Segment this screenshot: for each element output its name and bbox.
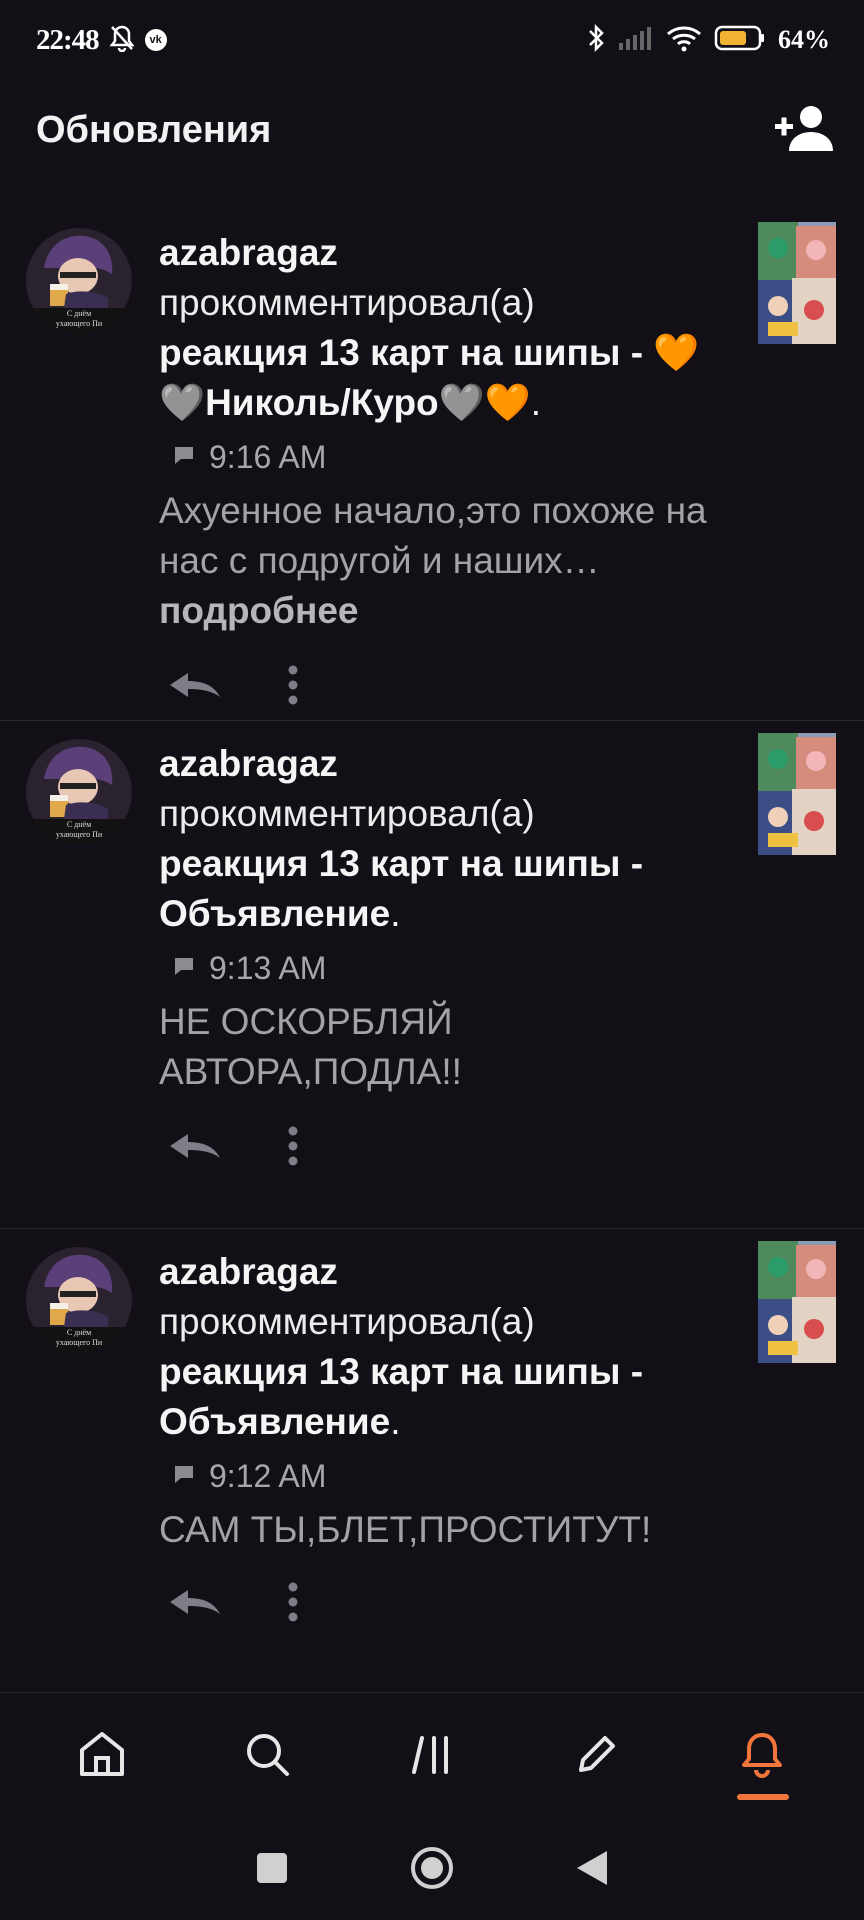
nav-home[interactable]: [57, 1712, 147, 1802]
active-tab-indicator: [736, 1793, 789, 1800]
username[interactable]: azabragaz: [159, 228, 739, 278]
avatar-caption-1: С днём: [67, 1328, 91, 1337]
comment-body: Ахуенное начало,это похоже на нас с подр…: [159, 490, 707, 581]
bell-muted-icon: [109, 24, 135, 57]
home-system-button[interactable]: [409, 1845, 455, 1896]
item-actions: [165, 1123, 323, 1173]
status-time: 22:48: [36, 23, 100, 56]
time-row: 9:12 AM: [159, 1451, 739, 1501]
pencil-icon: [573, 1730, 621, 1783]
circle-icon: [409, 1846, 455, 1895]
post-thumbnail[interactable]: [758, 733, 836, 855]
page-title: Обновления: [36, 108, 272, 151]
notification-item[interactable]: С днём ухающего Пи azabragaz прокомменти…: [0, 720, 864, 1228]
more-vertical-icon: [287, 1582, 299, 1627]
action-text: прокомментировал(а): [159, 793, 535, 834]
item-actions: [165, 1579, 323, 1629]
period: .: [390, 893, 401, 934]
reply-button[interactable]: [165, 1123, 225, 1173]
nav-search[interactable]: [222, 1712, 312, 1802]
add-user-button[interactable]: [772, 98, 836, 162]
post-title: реакция 13 карт на шипы - 🧡🩶Николь/Куро🩶…: [159, 332, 700, 423]
back-triangle-icon: [575, 1850, 609, 1891]
wifi-icon: [666, 24, 702, 57]
notification-item[interactable]: С днём ухающего Пи azabragaz прокомменти…: [0, 210, 864, 720]
avatar-caption-1: С днём: [67, 820, 91, 829]
status-right: 64%: [586, 23, 830, 58]
add-user-icon: [773, 103, 835, 158]
more-options-button[interactable]: [263, 1123, 323, 1173]
avatar[interactable]: С днём ухающего Пи: [26, 1247, 132, 1353]
bell-icon: [738, 1730, 786, 1783]
nav-library[interactable]: [387, 1712, 477, 1802]
notification-content: azabragaz прокомментировал(а) реакция 13…: [159, 739, 739, 1097]
comment-icon: [173, 445, 195, 470]
recents-button[interactable]: [255, 1851, 289, 1890]
post-title: реакция 13 карт на шипы - Объявление: [159, 1351, 644, 1442]
reply-icon: [168, 1586, 222, 1623]
nav-write[interactable]: [552, 1712, 642, 1802]
notification-feed: С днём ухающего Пи azabragaz прокомменти…: [0, 210, 864, 1688]
status-left: 22:48 vk: [36, 24, 167, 57]
comment-text: НЕ ОСКОРБЛЯЙ АВТОРА,ПОДЛА!!: [159, 1001, 462, 1092]
app-header: Обновления: [0, 90, 864, 170]
comment-text: Ахуенное начало,это похоже на нас с подр…: [159, 486, 739, 636]
timestamp: 9:13 AM: [209, 949, 327, 986]
more-options-button[interactable]: [263, 662, 323, 712]
comment-text: САМ ТЫ,БЛЕТ,ПРОСТИТУТ!: [159, 1509, 652, 1550]
post-title-link[interactable]: реакция 13 карт на шипы - Объявление.: [159, 839, 739, 939]
home-icon: [77, 1730, 127, 1783]
reply-icon: [168, 669, 222, 706]
item-actions: [165, 662, 323, 712]
notification-content: azabragaz прокомментировал(а) реакция 13…: [159, 228, 739, 636]
back-button[interactable]: [575, 1849, 609, 1892]
nav-notifications[interactable]: [717, 1712, 807, 1802]
read-more-link[interactable]: подробнее: [159, 590, 359, 631]
more-vertical-icon: [287, 665, 299, 710]
battery-percent: 64%: [778, 25, 830, 54]
system-nav: [0, 1820, 864, 1920]
reply-button[interactable]: [165, 1579, 225, 1629]
post-thumbnail[interactable]: [758, 222, 836, 344]
bottom-nav: [0, 1692, 864, 1820]
search-icon: [243, 1730, 291, 1783]
time-row: 9:16 AM: [159, 432, 739, 482]
action-text: прокомментировал(а): [159, 1301, 535, 1342]
period: .: [390, 1401, 401, 1442]
bluetooth-icon: [586, 23, 606, 58]
timestamp: 9:16 AM: [209, 438, 327, 475]
action-text: прокомментировал(а): [159, 282, 535, 323]
time-row: 9:13 AM: [159, 943, 739, 993]
avatar-caption-2: ухающего Пи: [56, 319, 103, 328]
library-icon: [410, 1732, 454, 1781]
post-title-link[interactable]: реакция 13 карт на шипы - 🧡🩶Николь/Куро🩶…: [159, 328, 739, 428]
reply-button[interactable]: [165, 662, 225, 712]
avatar[interactable]: С днём ухающего Пи: [26, 228, 132, 334]
username[interactable]: azabragaz: [159, 739, 739, 789]
avatar-caption-2: ухающего Пи: [56, 830, 103, 839]
more-vertical-icon: [287, 1126, 299, 1171]
comment-icon: [173, 956, 195, 981]
avatar[interactable]: С днём ухающего Пи: [26, 739, 132, 845]
screen: 22:48 vk 64% Обновления С днём ухающего …: [0, 0, 864, 1920]
avatar-caption-2: ухающего Пи: [56, 1338, 103, 1347]
username[interactable]: azabragaz: [159, 1247, 739, 1297]
period: .: [530, 382, 542, 423]
signal-icon: [618, 25, 654, 56]
avatar-caption-1: С днём: [67, 309, 91, 318]
post-title-link[interactable]: реакция 13 карт на шипы - Объявление.: [159, 1347, 739, 1447]
reply-icon: [168, 1130, 222, 1167]
status-bar: 22:48 vk 64%: [0, 0, 864, 80]
more-options-button[interactable]: [263, 1579, 323, 1629]
battery-icon: [714, 25, 766, 56]
timestamp: 9:12 AM: [209, 1457, 327, 1494]
comment-icon: [173, 1464, 195, 1489]
post-thumbnail[interactable]: [758, 1241, 836, 1363]
post-title: реакция 13 карт на шипы - Объявление: [159, 843, 644, 934]
notification-content: azabragaz прокомментировал(а) реакция 13…: [159, 1247, 739, 1555]
notification-item[interactable]: С днём ухающего Пи azabragaz прокомменти…: [0, 1228, 864, 1688]
vk-icon: vk: [144, 29, 167, 51]
square-icon: [255, 1852, 289, 1889]
